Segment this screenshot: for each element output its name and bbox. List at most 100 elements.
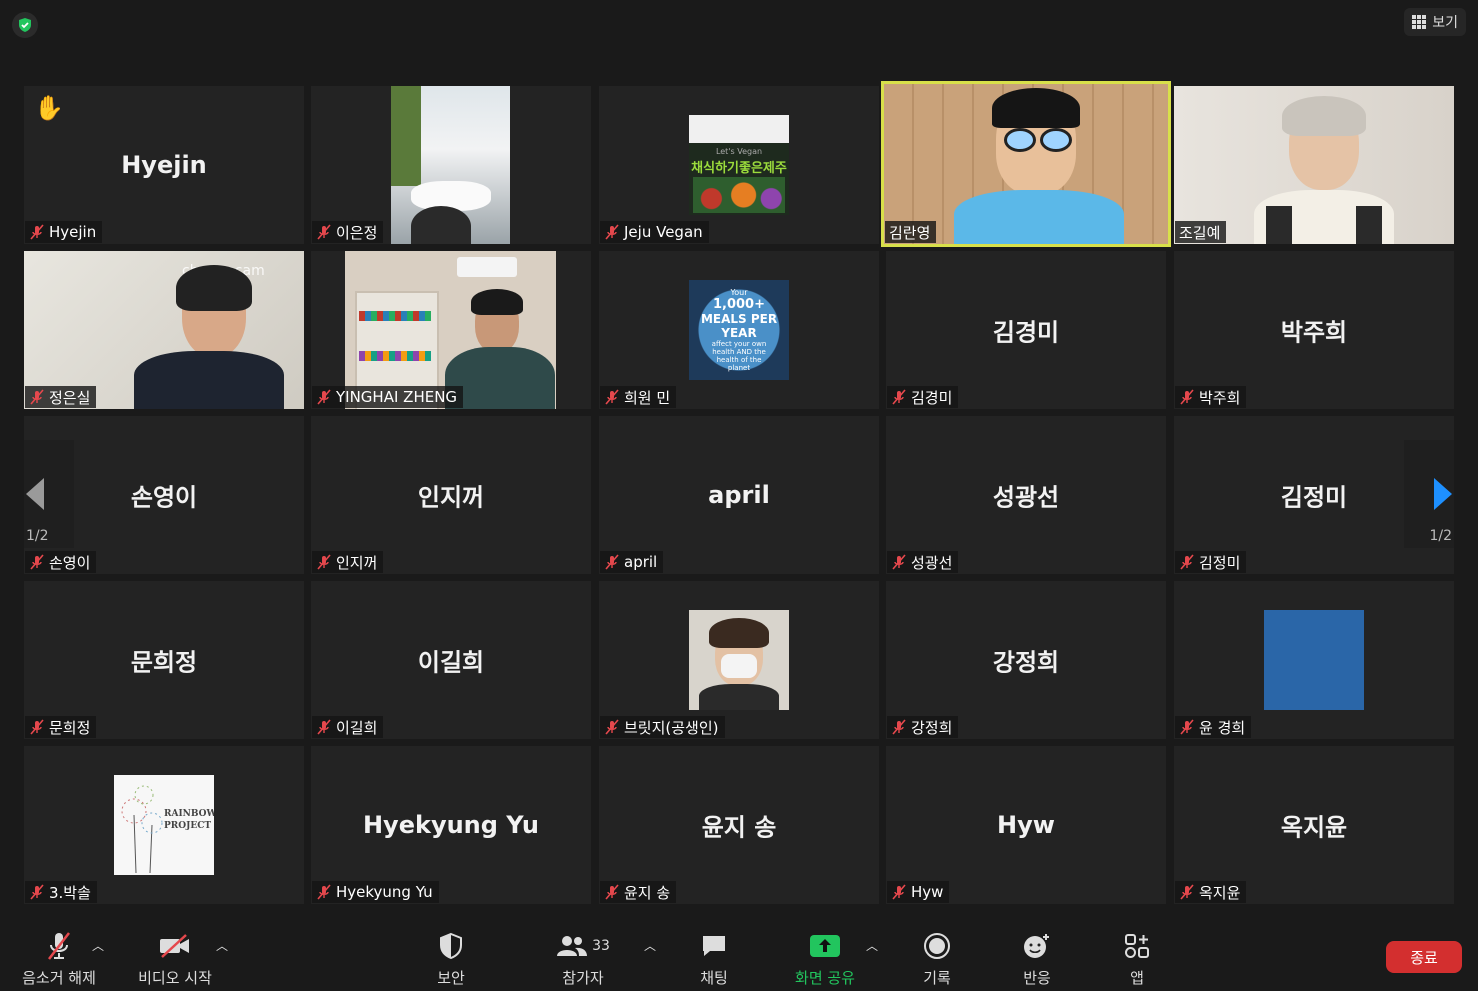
muted-mic-icon <box>892 719 906 735</box>
participant-tile-jisong[interactable]: 윤지 송 윤지 송 <box>599 746 879 904</box>
grid-icon <box>1412 15 1427 29</box>
participant-label: 이길희 <box>312 716 384 738</box>
start-video-button[interactable]: 비디오 시작 <box>130 931 220 988</box>
video-off-icon <box>160 934 189 958</box>
participant-label: 희원 민 <box>600 386 677 408</box>
record-button[interactable]: 기록 <box>892 931 982 988</box>
participant-name: 강정희 <box>992 648 1060 677</box>
participant-tile-jeju-vegan[interactable]: Let's Vegan 채식하기좋은제주 Jeju Vegan <box>599 86 879 244</box>
apps-icon <box>1125 934 1149 958</box>
participant-tile-jiyun[interactable]: 옥지윤 옥지윤 <box>1174 746 1454 904</box>
muted-mic-icon <box>1180 719 1194 735</box>
participant-tile-bridget[interactable]: 브릿지(공생인) <box>599 581 879 739</box>
participants-count: 33 <box>592 938 610 954</box>
muted-mic-icon <box>1180 554 1194 570</box>
profile-image: RAINBOW PROJECT <box>114 775 214 875</box>
muted-mic-icon <box>605 224 619 240</box>
participants-button[interactable]: 33 참가자 <box>538 931 628 988</box>
participant-tile-yinghai[interactable]: YINGHAI ZHENG <box>311 251 591 409</box>
previous-page-button[interactable]: 1/2 <box>24 440 74 548</box>
participant-label: Hyw <box>887 881 950 903</box>
chat-button[interactable]: 채팅 <box>669 931 759 988</box>
participant-label: 손영이 <box>25 551 97 573</box>
reaction-emoji-icon <box>1024 934 1049 958</box>
security-shield-icon[interactable] <box>12 12 38 38</box>
profile-image <box>689 610 789 710</box>
muted-microphone-icon <box>48 932 70 960</box>
unmute-button[interactable]: 음소거 해제 <box>14 931 104 988</box>
participant-label: 김경미 <box>887 386 959 408</box>
participant-tile-gilye[interactable]: 조길예 <box>1174 86 1454 244</box>
participant-tile-gwangseon[interactable]: 성광선 성광선 <box>886 416 1166 574</box>
next-page-button[interactable]: 1/2 <box>1404 440 1454 548</box>
page-indicator: 1/2 <box>26 528 49 544</box>
participant-tile-hyw[interactable]: Hyw Hyw <box>886 746 1166 904</box>
muted-mic-icon <box>30 389 44 405</box>
muted-mic-icon <box>317 389 331 405</box>
participant-tile-ranyoung-active-speaker[interactable]: 김란영 <box>881 81 1171 247</box>
muted-mic-icon <box>605 554 619 570</box>
participant-tile-hyekyung[interactable]: Hyekyung Yu Hyekyung Yu <box>311 746 591 904</box>
participants-options-caret-icon[interactable]: ︿ <box>644 937 656 954</box>
participant-tile-juhee[interactable]: 박주희 박주희 <box>1174 251 1454 409</box>
muted-mic-icon <box>30 224 44 240</box>
muted-mic-icon <box>605 719 619 735</box>
security-button[interactable]: 보안 <box>406 931 496 988</box>
video-feed <box>884 84 1168 244</box>
participant-tile-injiggeo[interactable]: 인지꺼 인지꺼 <box>311 416 591 574</box>
page-indicator: 1/2 <box>1429 528 1452 544</box>
participant-tile-eunsil[interactable]: chromacam 정은실 <box>24 251 304 409</box>
share-options-caret-icon[interactable]: ︿ <box>866 937 878 954</box>
participant-tile-april[interactable]: april april <box>599 416 879 574</box>
end-meeting-button[interactable]: 종료 <box>1386 941 1462 973</box>
participant-label: 문희정 <box>25 716 97 738</box>
muted-mic-icon <box>30 554 44 570</box>
participant-label: 윤지 송 <box>600 881 677 903</box>
participant-label: Hyejin <box>25 221 103 243</box>
participant-label: april <box>600 551 664 573</box>
participant-tile-junghee[interactable]: 강정희 강정희 <box>886 581 1166 739</box>
participant-tile-kyungmi[interactable]: 김경미 김경미 <box>886 251 1166 409</box>
participant-tile-gilhee[interactable]: 이길희 이길희 <box>311 581 591 739</box>
chat-icon <box>703 936 725 956</box>
participant-tile-parksol[interactable]: RAINBOW PROJECT 3.박솔 <box>24 746 304 904</box>
participant-name: 박주희 <box>1280 318 1348 347</box>
chevron-right-icon <box>1434 478 1452 510</box>
participant-label: 윤 경희 <box>1175 716 1252 738</box>
muted-mic-icon <box>1180 389 1194 405</box>
view-button[interactable]: 보기 <box>1404 8 1466 36</box>
video-feed <box>391 86 510 244</box>
muted-mic-icon <box>30 719 44 735</box>
participant-label: 이은정 <box>312 221 384 243</box>
profile-image: Your 1,000+ MEALS PER YEAR affect your o… <box>689 280 789 380</box>
participant-tile-heejeong[interactable]: 문희정 문희정 <box>24 581 304 739</box>
participant-tile-eunjeong[interactable]: 이은정 <box>311 86 591 244</box>
audio-options-caret-icon[interactable]: ︿ <box>92 937 104 954</box>
participant-label: 정은실 <box>25 386 97 408</box>
muted-mic-icon <box>317 884 331 900</box>
reactions-button[interactable]: 반응 <box>992 931 1082 988</box>
raised-hand-icon: ✋ <box>34 94 64 122</box>
participant-name: 윤지 송 <box>701 813 777 842</box>
video-options-caret-icon[interactable]: ︿ <box>216 937 228 954</box>
participant-label: Jeju Vegan <box>600 221 709 243</box>
participant-label: 인지꺼 <box>312 551 384 573</box>
view-label: 보기 <box>1432 15 1458 31</box>
participant-name: april <box>708 481 770 509</box>
apps-button[interactable]: 앱 <box>1092 931 1182 988</box>
muted-mic-icon <box>317 554 331 570</box>
muted-mic-icon <box>892 884 906 900</box>
participant-tile-kyunghee[interactable]: 윤 경희 <box>1174 581 1454 739</box>
participant-label: YINGHAI ZHENG <box>312 386 464 408</box>
participant-tile-hyejin[interactable]: ✋ Hyejin Hyejin <box>24 86 304 244</box>
participant-name: 성광선 <box>992 483 1060 512</box>
participant-tile-heewon[interactable]: Your 1,000+ MEALS PER YEAR affect your o… <box>599 251 879 409</box>
profile-image <box>1264 610 1364 710</box>
muted-mic-icon <box>317 224 331 240</box>
participants-icon <box>557 936 588 956</box>
participant-label: 강정희 <box>887 716 959 738</box>
muted-mic-icon <box>317 719 331 735</box>
muted-mic-icon <box>892 389 906 405</box>
share-screen-button[interactable]: 화면 공유 <box>780 931 870 988</box>
participant-name: 옥지윤 <box>1280 813 1348 842</box>
